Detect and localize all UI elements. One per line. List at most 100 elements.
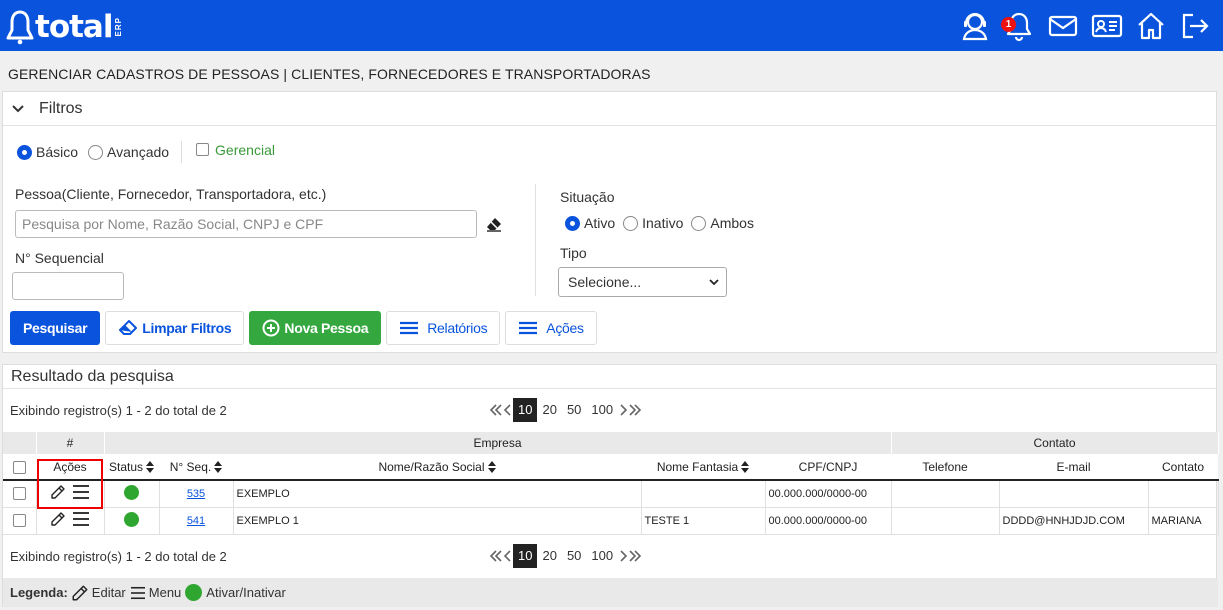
radio-dot [623, 215, 639, 231]
actions-label: Ações [546, 320, 584, 336]
mail-icon[interactable] [1047, 10, 1079, 42]
situacao-inativo-radio[interactable]: Inativo [623, 215, 683, 231]
col-fantasia[interactable]: Nome Fantasia [641, 454, 765, 481]
reports-label: Relatórios [427, 320, 488, 336]
showing-text-top: Exibindo registro(s) 1 - 2 do total de 2 [10, 403, 227, 418]
page-size-100[interactable]: 100 [586, 398, 618, 422]
chevron-left-icon[interactable] [503, 403, 513, 417]
gerencial-checkbox[interactable]: Gerencial [196, 142, 275, 158]
col-email: E-mail [999, 454, 1149, 481]
id-card-icon[interactable] [1091, 10, 1123, 42]
logo-text: total [35, 9, 113, 45]
seq-input[interactable] [12, 272, 124, 300]
status-active-dot[interactable] [124, 511, 139, 527]
row-checkbox[interactable] [12, 514, 26, 527]
filter-divider [535, 184, 536, 296]
chevron-left-icon[interactable] [503, 549, 513, 563]
clear-filters-button[interactable]: Limpar Filtros [105, 311, 245, 345]
legend: Legenda: Editar Menu Ativar/Inativar [3, 578, 1218, 607]
col-contato: Contato [1148, 454, 1219, 481]
logo[interactable]: total ERP [6, 8, 123, 46]
new-person-label: Nova Pessoa [284, 320, 369, 336]
page-size-50[interactable]: 50 [562, 398, 586, 422]
sort-icon [146, 461, 155, 474]
situacao-ambos-radio[interactable]: Ambos [691, 215, 754, 231]
radio-dot [88, 144, 104, 160]
group-header-empresa: Empresa [104, 432, 892, 454]
situacao-ativo-radio[interactable]: Ativo [565, 215, 615, 231]
table-row: 541 EXEMPLO 1 TESTE 1 00.000.000/0000-00… [3, 507, 1219, 535]
status-active-dot[interactable] [124, 484, 139, 500]
col-email-label: E-mail [1056, 459, 1091, 474]
home-icon[interactable] [1135, 10, 1167, 42]
row-nome: EXEMPLO [233, 480, 642, 508]
results-title: Resultado da pesquisa [3, 365, 1216, 389]
row-checkbox[interactable] [12, 487, 26, 501]
filters-header[interactable]: Filtros [3, 92, 1216, 126]
bell-icon[interactable]: 1 [1001, 10, 1035, 42]
situacao-ambos-label: Ambos [710, 215, 754, 231]
row-email [999, 480, 1149, 508]
row-cpf: 00.000.000/0000-00 [765, 507, 892, 535]
col-telefone: Telefone [891, 454, 1000, 481]
page-size-50[interactable]: 50 [562, 544, 586, 568]
seq-link[interactable]: 535 [187, 488, 205, 500]
chevron-right-icon[interactable] [618, 549, 628, 563]
edit-pencil-icon[interactable] [50, 484, 66, 500]
legend-activate-label: Ativar/Inativar [206, 585, 286, 600]
mode-basic-label: Básico [36, 144, 79, 160]
row-cpf: 00.000.000/0000-00 [765, 480, 892, 508]
page-size-10[interactable]: 10 [513, 544, 538, 568]
tipo-selected: Selecione... [568, 274, 642, 290]
chevron-right-icon[interactable] [618, 403, 628, 417]
reports-button[interactable]: Relatórios [386, 311, 501, 345]
double-chevron-right-icon[interactable] [628, 403, 642, 417]
chevron-down-icon[interactable] [11, 102, 25, 116]
tipo-select[interactable]: Selecione... [558, 267, 727, 297]
col-status[interactable]: Status [104, 454, 159, 481]
mode-basic-radio[interactable]: Básico [17, 144, 78, 160]
col-nome[interactable]: Nome/Razão Social [233, 454, 641, 481]
checkbox-box [196, 143, 210, 156]
search-button[interactable]: Pesquisar [10, 311, 101, 345]
sort-icon [741, 461, 750, 474]
col-telefone-label: Telefone [922, 459, 968, 474]
new-person-button[interactable]: Nova Pessoa [249, 311, 382, 345]
menu-icon[interactable] [72, 511, 90, 527]
col-cpf: CPF/CNPJ [765, 454, 892, 481]
page-size-10[interactable]: 10 [513, 398, 538, 422]
edit-pencil-icon[interactable] [50, 511, 66, 527]
eraser-icon[interactable] [486, 216, 502, 232]
col-seq[interactable]: N° Seq. [159, 454, 233, 481]
logo-erp: ERP [114, 17, 124, 37]
logout-icon[interactable] [1179, 10, 1211, 42]
row-nome: EXEMPLO 1 [233, 507, 642, 535]
showing-text-bottom: Exibindo registro(s) 1 - 2 do total de 2 [10, 549, 227, 564]
double-chevron-left-icon[interactable] [489, 549, 503, 563]
sort-icon [214, 461, 223, 474]
menu-icon [130, 586, 145, 599]
row-status-cell [104, 480, 160, 508]
row-select-cell [3, 507, 37, 535]
col-acoes-label: Ações [53, 459, 87, 474]
filters-panel: Filtros Básico Avançado Gerencial Pessoa… [2, 91, 1217, 353]
menu-icon[interactable] [72, 484, 90, 500]
double-chevron-left-icon[interactable] [489, 403, 503, 417]
gerencial-label: Gerencial [215, 141, 275, 158]
page-size-20[interactable]: 20 [537, 398, 561, 422]
seq-link[interactable]: 541 [187, 515, 205, 527]
eraser-icon [119, 320, 138, 335]
edit-pencil-icon [72, 585, 88, 600]
pessoa-search-input[interactable] [15, 210, 477, 238]
support-icon[interactable] [959, 10, 991, 42]
actions-button[interactable]: Ações [505, 311, 597, 345]
page-size-20[interactable]: 20 [537, 544, 561, 568]
seq-label: N° Sequencial [15, 250, 104, 266]
radio-dot [17, 144, 32, 160]
chevron-down-icon [709, 279, 719, 286]
select-all-checkbox[interactable] [13, 460, 26, 474]
page-size-100[interactable]: 100 [586, 544, 618, 568]
row-fantasia: TESTE 1 [641, 507, 766, 535]
mode-advanced-radio[interactable]: Avançado [88, 144, 169, 160]
double-chevron-right-icon[interactable] [628, 549, 642, 563]
